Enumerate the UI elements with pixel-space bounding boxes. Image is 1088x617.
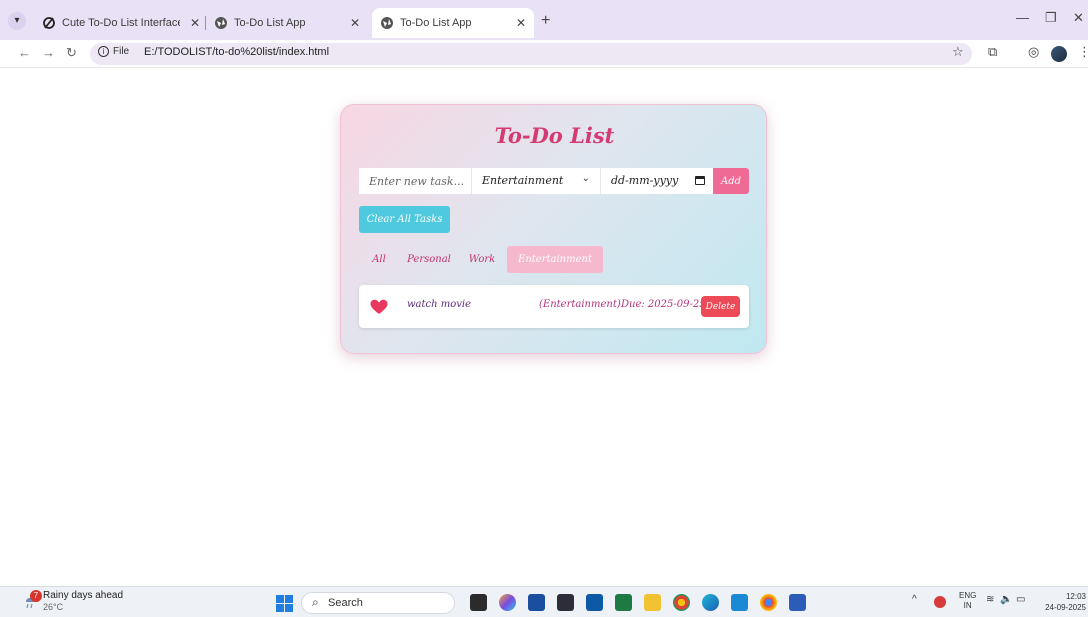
clock-date: 24-09-2025 — [1045, 603, 1086, 612]
browser-tab-3-active[interactable]: To-Do List App ✕ — [372, 8, 534, 38]
browser-tab-strip: ▾ Cute To-Do List Interface Desig ✕ To-D… — [0, 0, 1088, 40]
search-icon: ⌕ — [312, 595, 319, 609]
globe-icon — [381, 17, 393, 29]
url-text[interactable]: E:/TODOLIST/to-do%20list/index.html — [144, 46, 329, 58]
taskbar: 7 Rainy days ahead 26°C ⌕ Search ^ ENG I… — [0, 586, 1088, 617]
chrome-active-icon[interactable] — [760, 594, 777, 611]
task-due-date: Due: 2025-09-25 — [621, 299, 706, 310]
page-title: To-Do List — [494, 123, 615, 148]
task-category: (Entertainment) — [539, 299, 621, 310]
tab-title: Cute To-Do List Interface Desig — [62, 17, 180, 29]
site-info-chip[interactable]: i File — [98, 46, 129, 57]
close-tab-icon[interactable]: ✕ — [350, 16, 360, 30]
due-date-input[interactable]: dd-mm-yyyy — [600, 168, 713, 194]
filter-personal[interactable]: Personal — [403, 246, 455, 273]
globe-icon — [215, 17, 227, 29]
wifi-icon[interactable]: ≋ — [986, 594, 994, 605]
profile-avatar[interactable] — [1051, 46, 1067, 62]
vscode-icon[interactable] — [731, 594, 748, 611]
tab-favicon-icon — [43, 17, 55, 29]
windows-start-icon[interactable] — [276, 595, 293, 612]
file-label: File — [113, 46, 130, 57]
show-hidden-icons[interactable]: ^ — [912, 594, 917, 605]
close-tab-icon[interactable]: ✕ — [190, 16, 200, 30]
forward-icon[interactable]: → — [42, 45, 55, 60]
task-item: watch movie (Entertainment) Due: 2025-09… — [359, 285, 749, 328]
close-window-icon[interactable]: ✕ — [1073, 10, 1084, 26]
battery-icon[interactable]: ▭ — [1016, 594, 1025, 605]
search-label: Search — [328, 597, 363, 609]
omnibox[interactable]: i File E:/TODOLIST/to-do%20list/index.ht… — [90, 43, 972, 65]
filter-all[interactable]: All — [365, 246, 393, 273]
reload-icon[interactable]: ↻ — [66, 45, 77, 61]
heart-icon — [370, 299, 388, 314]
browser-tab-2[interactable]: To-Do List App ✕ — [206, 8, 368, 38]
file-explorer-icon[interactable] — [644, 594, 661, 611]
todo-card: To-Do List Entertainment ⌄ dd-mm-yyyy Ad… — [340, 104, 767, 354]
weather-title[interactable]: Rainy days ahead — [43, 590, 123, 601]
browser-tab-1[interactable]: Cute To-Do List Interface Desig ✕ — [34, 8, 208, 38]
clear-all-button[interactable]: Clear All Tasks — [359, 206, 450, 233]
performance-icon[interactable]: ◎ — [1028, 45, 1039, 60]
restore-icon[interactable]: ❐ — [1045, 10, 1057, 26]
taskbar-search[interactable]: ⌕ Search — [301, 592, 455, 614]
volume-icon[interactable]: 🔈 — [1000, 594, 1012, 605]
app-icon[interactable] — [586, 594, 603, 611]
category-select[interactable]: Entertainment ⌄ — [471, 168, 600, 194]
address-bar: ← → ↻ i File E:/TODOLIST/to-do%20list/in… — [0, 40, 1088, 68]
word-icon[interactable] — [789, 594, 806, 611]
tray-app-icon[interactable] — [934, 596, 946, 608]
category-selected-value: Entertainment — [482, 174, 564, 187]
language-line1: ENG — [959, 591, 977, 600]
weather-temp: 26°C — [43, 602, 64, 612]
weather-badge: 7 — [30, 590, 42, 602]
dropbox-icon[interactable] — [557, 594, 574, 611]
tab-search-icon[interactable]: ▾ — [8, 12, 26, 30]
chrome-icon[interactable] — [673, 594, 690, 611]
info-icon: i — [98, 46, 109, 57]
date-placeholder: dd-mm-yyyy — [611, 174, 679, 187]
store-icon[interactable] — [528, 594, 545, 611]
chevron-down-icon: ⌄ — [581, 173, 590, 184]
minimize-icon[interactable]: — — [1016, 10, 1029, 25]
new-tab-button[interactable]: + — [541, 12, 550, 30]
filter-entertainment[interactable]: Entertainment — [507, 246, 603, 273]
tab-title: To-Do List App — [234, 17, 306, 29]
task-text: watch movie — [407, 299, 472, 310]
extensions-icon[interactable]: ⧉ — [988, 45, 997, 60]
task-view-icon[interactable] — [470, 594, 487, 611]
add-task-button[interactable]: Add — [713, 168, 749, 194]
menu-icon[interactable]: ⋮ — [1078, 45, 1088, 60]
tab-title: To-Do List App — [400, 17, 472, 29]
bookmark-star-icon[interactable]: ☆ — [952, 45, 964, 60]
copilot-icon[interactable] — [499, 594, 516, 611]
filter-work[interactable]: Work — [465, 246, 499, 273]
task-input[interactable] — [359, 168, 471, 194]
calendar-icon[interactable] — [695, 176, 705, 185]
edge-icon[interactable] — [702, 594, 719, 611]
delete-task-button[interactable]: Delete — [701, 296, 740, 317]
close-tab-icon[interactable]: ✕ — [516, 16, 526, 30]
language-line2: IN — [963, 601, 972, 610]
back-icon[interactable]: ← — [18, 45, 31, 60]
clock-time: 12:03 — [1065, 592, 1086, 601]
excel-icon[interactable] — [615, 594, 632, 611]
language-indicator[interactable]: ENG IN — [959, 591, 976, 611]
clock[interactable]: 12:03 24-09-2025 — [1030, 591, 1086, 613]
